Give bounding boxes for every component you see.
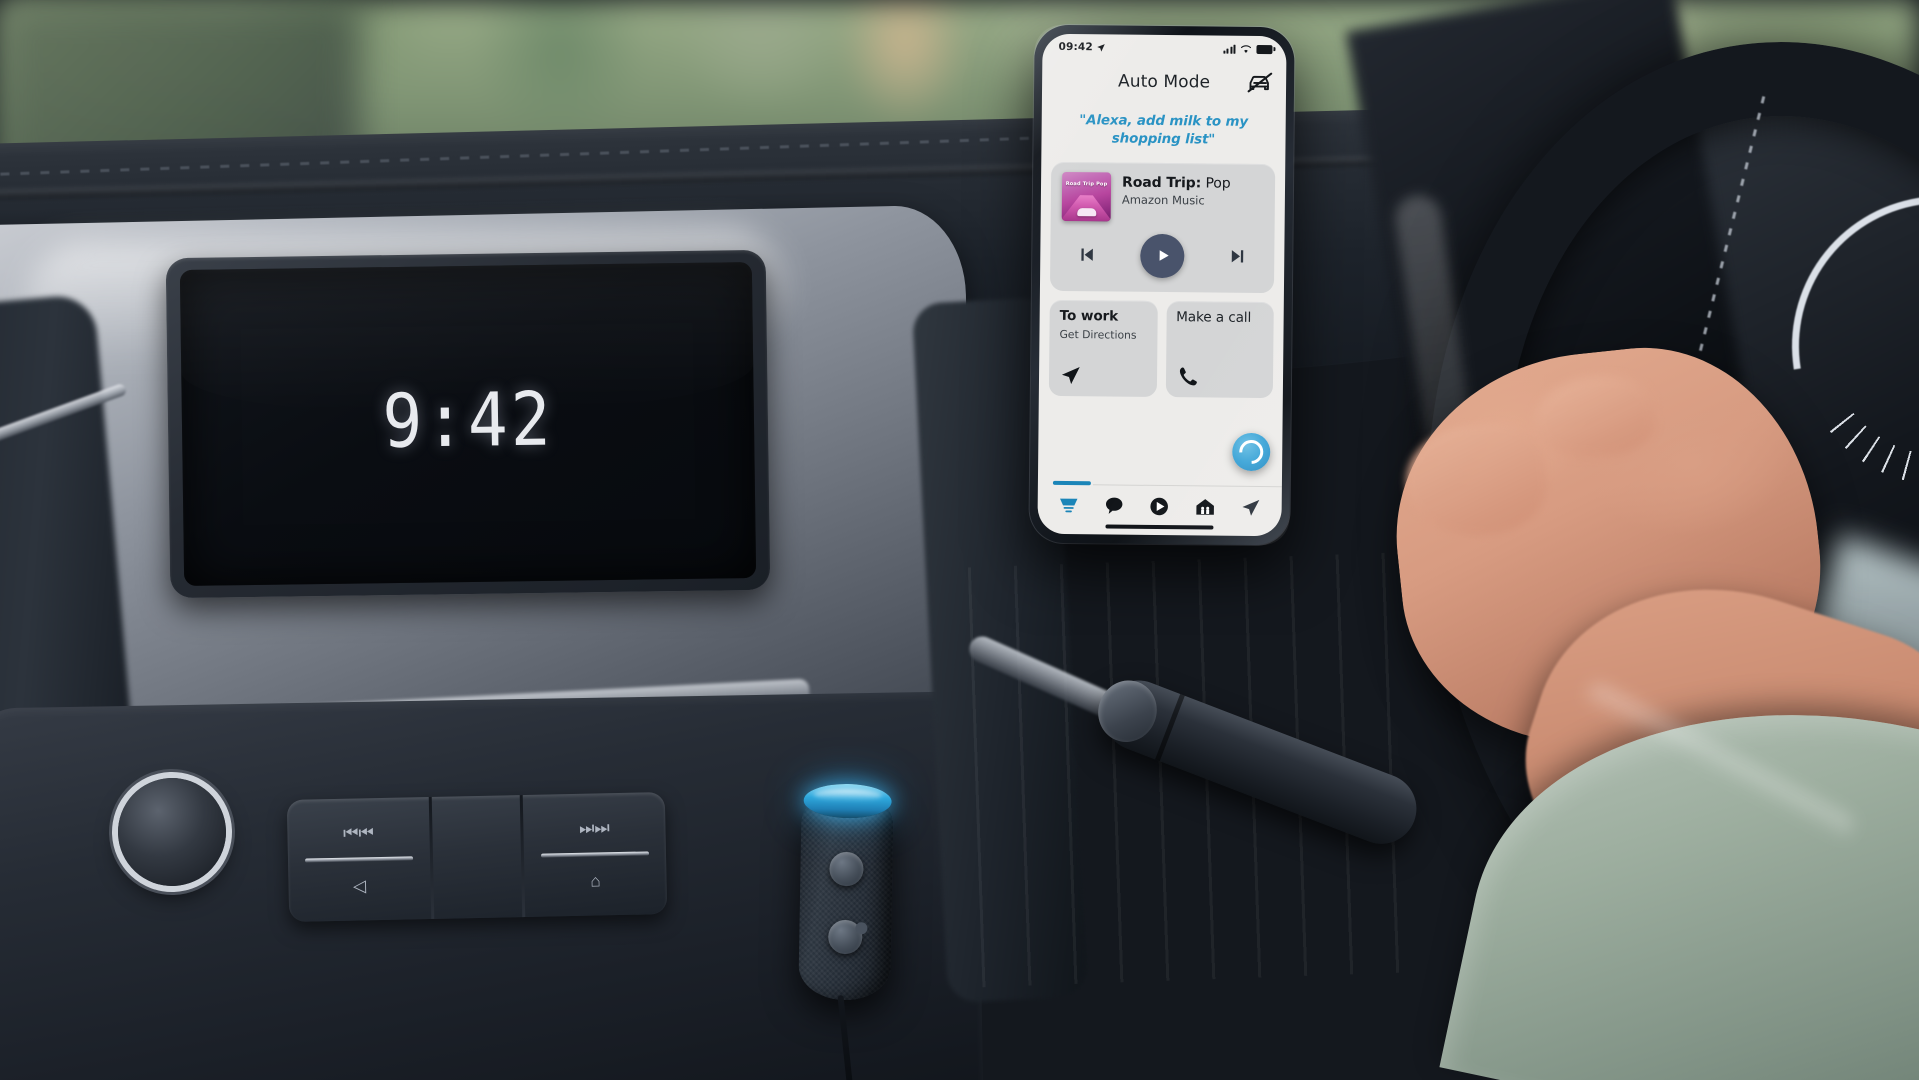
devices-home-icon xyxy=(1196,499,1215,516)
make-a-call-title: Make a call xyxy=(1176,309,1252,326)
phone-screen[interactable]: 09:42 Auto Mode "Alexa, add milk to my s… xyxy=(1037,33,1287,537)
make-a-call-card[interactable]: Make a call xyxy=(1165,300,1274,399)
previous-track-icon: ⏮⏮ xyxy=(342,822,374,843)
now-playing-header: Road Trip Pop Road Trip: Pop Amazon Musi… xyxy=(1061,171,1265,223)
location-arrow-icon xyxy=(1097,43,1106,52)
app-header: Auto Mode xyxy=(1042,60,1286,105)
phone-handset-icon xyxy=(1179,367,1197,386)
cellular-signal-icon xyxy=(1223,44,1236,54)
media-controls xyxy=(1061,221,1264,281)
now-playing-title: Road Trip: Pop xyxy=(1122,174,1231,191)
previous-track-icon[interactable] xyxy=(1075,244,1096,265)
status-bar-left: 09:42 xyxy=(1058,41,1106,53)
wifi-icon xyxy=(1240,44,1252,53)
nav-item-alexa[interactable] xyxy=(1051,492,1085,518)
play-circle-icon xyxy=(1150,497,1169,516)
navigation-arrow-icon xyxy=(1242,499,1260,516)
alexa-ring-icon xyxy=(1234,435,1269,470)
to-work-title: To work xyxy=(1059,307,1119,325)
now-playing-title-bold: Road Trip: xyxy=(1121,174,1202,192)
next-track-button[interactable]: ⏭⏭ ⌂ xyxy=(523,792,668,917)
now-playing-provider: Amazon Music xyxy=(1121,192,1205,208)
car-slash-icon[interactable] xyxy=(1246,70,1274,96)
to-work-subtitle: Get Directions xyxy=(1059,327,1137,342)
back-button-icon: ◁ xyxy=(352,875,367,896)
page-title: Auto Mode xyxy=(1117,71,1211,93)
quick-action-cards: To work Get Directions Make a call xyxy=(1039,291,1284,399)
now-playing-title-light: Pop xyxy=(1201,175,1231,192)
status-bar-time: 09:42 xyxy=(1058,40,1093,54)
bottom-nav[interactable] xyxy=(1037,485,1281,526)
button-divider-bar xyxy=(305,856,413,863)
echo-auto-body xyxy=(798,789,894,1001)
alexa-home-icon xyxy=(1059,498,1078,513)
blank-button[interactable] xyxy=(432,795,523,919)
home-indicator[interactable] xyxy=(1105,524,1214,530)
button-divider-bar xyxy=(540,851,649,858)
status-bar-right xyxy=(1223,44,1273,54)
home-button-icon: ⌂ xyxy=(590,870,601,891)
play-triangle-icon xyxy=(1159,250,1169,262)
now-playing-meta: Road Trip: Pop Amazon Music xyxy=(1122,172,1231,207)
nav-item-navigate[interactable] xyxy=(1234,494,1268,520)
nav-item-devices[interactable] xyxy=(1188,494,1222,520)
media-button-cluster[interactable]: ⏮⏮ ◁ ⏭⏭ ⌂ xyxy=(286,792,668,922)
status-bar: 09:42 xyxy=(1042,34,1286,63)
next-track-icon: ⏭⏭ xyxy=(578,817,610,838)
active-tab-indicator xyxy=(1052,481,1091,486)
make-a-call-subtitle xyxy=(1176,329,1263,330)
nav-item-communicate[interactable] xyxy=(1097,493,1131,519)
previous-track-button[interactable]: ⏮⏮ ◁ xyxy=(287,797,432,922)
play-icon[interactable] xyxy=(1140,233,1185,279)
infotainment-clock: 9:42 xyxy=(381,375,555,465)
now-playing-card[interactable]: Road Trip Pop Road Trip: Pop Amazon Musi… xyxy=(1049,161,1276,294)
alexa-voice-button[interactable] xyxy=(1232,433,1271,472)
mounted-smartphone[interactable]: 09:42 Auto Mode "Alexa, add milk to my s… xyxy=(1029,24,1295,546)
alexa-button-area xyxy=(1038,396,1283,484)
echo-auto-device[interactable] xyxy=(798,783,894,1001)
speech-bubble-icon xyxy=(1105,498,1123,515)
bottom-nav-wrapper xyxy=(1037,481,1282,536)
navigation-arrow-icon xyxy=(1061,366,1080,384)
battery-full-icon xyxy=(1256,44,1273,54)
infotainment-display[interactable]: 9:42 xyxy=(165,249,771,599)
album-art-car xyxy=(1076,208,1096,217)
nav-item-play[interactable] xyxy=(1143,493,1177,519)
alexa-utterance-text: "Alexa, add milk to my shopping list" xyxy=(1079,113,1249,148)
infotainment-screen[interactable]: 9:42 xyxy=(179,262,757,586)
car-interior-scene: 9:42 ⏮⏮ ◁ ⏭⏭ ⌂ 09:42 Auto Mode "Alexa, a… xyxy=(0,0,1919,1080)
to-work-card[interactable]: To work Get Directions xyxy=(1048,299,1158,397)
next-track-icon[interactable] xyxy=(1228,246,1249,267)
road-trip-pop-album-art: Road Trip Pop xyxy=(1061,171,1112,222)
album-art-label: Road Trip Pop xyxy=(1065,180,1108,188)
